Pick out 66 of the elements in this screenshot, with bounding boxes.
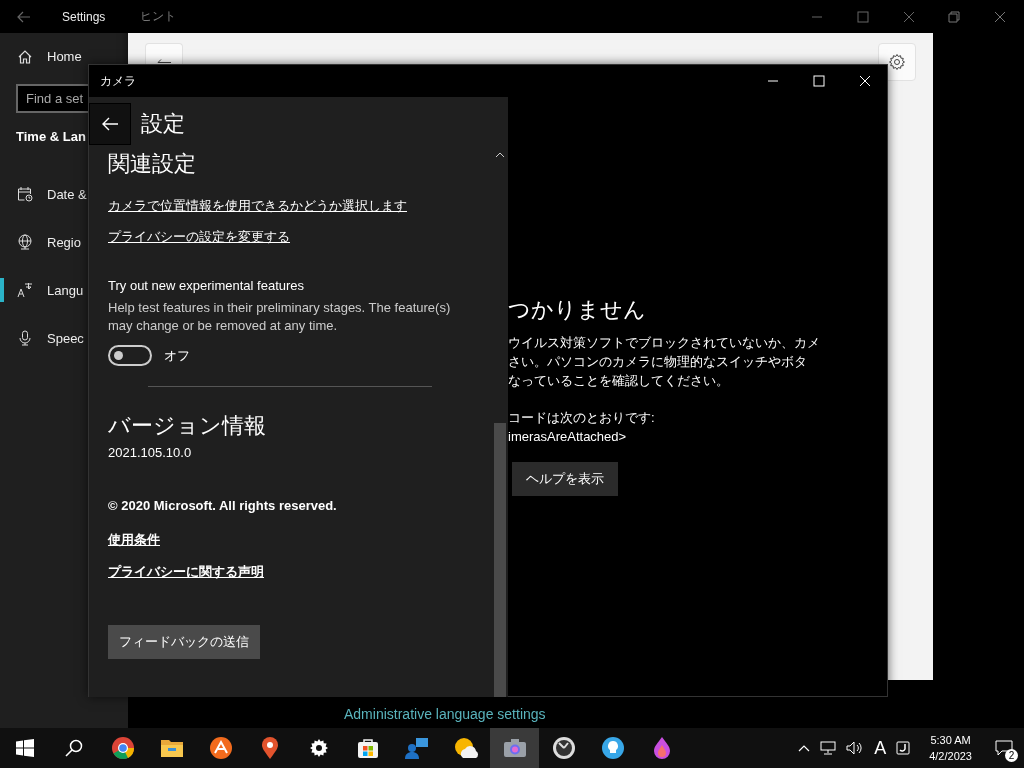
help-button[interactable]: ヘルプを表示 — [512, 462, 618, 496]
chevron-up-icon[interactable] — [798, 744, 811, 752]
back-icon[interactable] — [17, 10, 31, 23]
clock-icon — [551, 736, 576, 760]
section-heading: 関連設定 — [108, 150, 196, 178]
settings-link[interactable]: カメラで位置情報を使用できるかどうか選択します — [108, 197, 407, 215]
scrollbar-thumb[interactable] — [494, 423, 506, 697]
toggle-label: オフ — [164, 346, 190, 365]
restore-icon[interactable] — [948, 10, 960, 23]
flame-icon — [651, 736, 672, 760]
windows-logo-icon — [15, 739, 34, 757]
home-icon — [17, 48, 33, 65]
setting-title: Try out new experimental features — [108, 278, 305, 293]
settings-icon — [888, 53, 906, 71]
clock[interactable]: 5:30 AM 4/2/2023 — [929, 732, 972, 764]
calendar-icon — [17, 186, 33, 202]
window-title: カメラ — [100, 72, 136, 90]
globe-icon — [17, 234, 33, 250]
network-icon[interactable] — [820, 741, 837, 755]
settings-icon — [308, 738, 329, 758]
toggle-switch[interactable] — [108, 345, 152, 366]
window-title: Settings — [62, 9, 106, 24]
error-message-line: さい。パソコンのカメラに物理的なスイッチやボタ — [508, 353, 807, 371]
map-pin-icon — [259, 736, 280, 760]
error-message-line: ウイルス対策ソフトでブロックされていないか、カメ — [508, 334, 820, 352]
weather-icon — [452, 737, 479, 759]
settings-link[interactable]: プライバシーの設定を変更する — [108, 228, 290, 246]
people-chat-icon — [404, 736, 429, 760]
section-heading: バージョン情報 — [108, 412, 266, 440]
camera-icon — [502, 738, 527, 758]
notification-button[interactable]: 2 — [984, 728, 1024, 768]
lightbulb-icon — [600, 736, 625, 760]
nav-item[interactable]: Speec — [0, 314, 88, 362]
volume-icon[interactable] — [846, 741, 865, 755]
search-icon — [64, 739, 83, 757]
browser-icon — [110, 736, 135, 760]
back-button[interactable] — [89, 103, 131, 145]
admin-language-link[interactable]: Administrative language settings — [344, 706, 546, 722]
legal-link[interactable]: プライバシーに関する声明 — [108, 563, 264, 581]
ime-pad-icon[interactable] — [896, 741, 911, 755]
nav-item[interactable]: Langu — [0, 266, 88, 314]
panel-title: 設定 — [141, 110, 185, 138]
window-title: ヒント — [140, 8, 176, 25]
store-icon — [356, 737, 379, 759]
language-icon — [17, 282, 33, 298]
legal-link[interactable]: 使用条件 — [108, 531, 160, 549]
error-code: imerasAreAttached> — [508, 428, 627, 446]
round-app-icon — [208, 736, 233, 760]
error-code-label: コードは次のとおりです: — [508, 409, 655, 427]
folder-icon — [159, 738, 184, 758]
back-icon — [156, 58, 172, 63]
scroll-up-icon[interactable] — [495, 152, 505, 158]
nav-item[interactable]: Regio — [0, 218, 88, 266]
nav-item[interactable]: Date & — [0, 170, 88, 218]
error-heading: つかりません — [508, 296, 646, 324]
microphone-icon — [17, 330, 33, 346]
section-title: Time & Lan — [16, 129, 86, 144]
home-nav-item[interactable]: Home — [0, 33, 88, 80]
search-field[interactable]: Find a set — [16, 84, 88, 113]
setting-description: Help test features in their preliminary stages. The feature(s) may change or be removed at any time. — [108, 299, 452, 335]
copyright-text: © 2020 Microsoft. All rights reserved. — [108, 498, 337, 513]
ime-mode-indicator[interactable]: A — [874, 737, 887, 759]
back-icon — [101, 117, 119, 131]
version-text: 2021.105.10.0 — [108, 445, 192, 460]
error-message-line: なっていることを確認してください。 — [508, 372, 729, 390]
feedback-button[interactable]: フィードバックの送信 — [108, 625, 260, 659]
